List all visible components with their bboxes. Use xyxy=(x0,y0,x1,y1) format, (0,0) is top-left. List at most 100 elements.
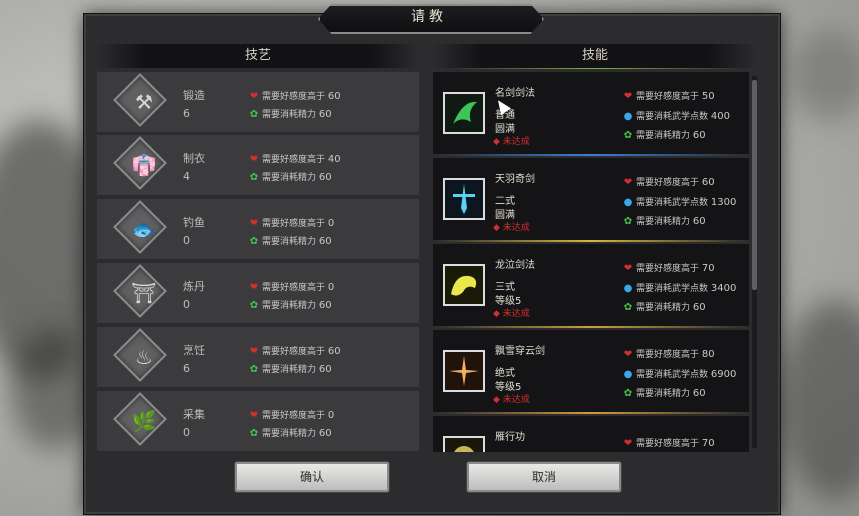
req-affection: ❤ 需要好感度高于 60 xyxy=(623,177,715,188)
skill-stance: 二式 xyxy=(495,196,515,207)
skills-header: 技能 xyxy=(433,44,757,68)
diamond-marker-icon: ◆ xyxy=(493,137,500,147)
req-affection: ❤ 需要好感度高于 70 xyxy=(623,263,715,274)
craft-level: 6 xyxy=(183,362,190,375)
skill-row[interactable]: 飘雪穿云剑 绝式 等级5 ◆ 未达成 ❤ 需要好感度高于 80 ● 需要消耗武学点数… xyxy=(433,330,749,414)
furnace-icon: ⛩ xyxy=(131,281,157,305)
craft-name: 制衣 xyxy=(183,152,205,165)
req-affection: ❤ 需要好感度高于 40 xyxy=(249,154,341,165)
craft-row-tailoring[interactable]: 👘 制衣 4 ❤ 需要好感度高于 40 ✿ 需要消耗精力 60 xyxy=(97,135,419,196)
req-affection: ❤ 需要好感度高于 0 xyxy=(249,218,335,229)
skill-stance: 绝式 xyxy=(495,368,515,379)
anvil-icon: ⚒ xyxy=(135,90,153,114)
req-affection: ❤ 需要好感度高于 60 xyxy=(249,346,341,357)
martial-point-icon: ● xyxy=(623,283,633,294)
req-affection: ❤ 需要好感度高于 50 xyxy=(623,91,715,102)
robe-icon: 👘 xyxy=(131,153,157,177)
craft-name: 钓鱼 xyxy=(183,216,205,229)
craft-level: 6 xyxy=(183,107,190,120)
skill-name: 雁行功 xyxy=(495,432,525,443)
skill-stance: 三式 xyxy=(495,282,515,293)
req-energy: ✿ 需要消耗精力 60 xyxy=(623,388,706,399)
craft-row-cooking[interactable]: ♨ 烹饪 6 ❤ 需要好感度高于 60 ✿ 需要消耗精力 60 xyxy=(97,327,419,388)
skill-status: ◆ 未达成 xyxy=(493,309,530,319)
craft-row-alchemy[interactable]: ⛩ 炼丹 0 ❤ 需要好感度高于 0 ✿ 需要消耗精力 60 xyxy=(97,263,419,324)
craft-name: 采集 xyxy=(183,408,205,421)
row-divider xyxy=(433,412,749,414)
cancel-button[interactable]: 取消 xyxy=(467,462,621,492)
req-affection: ❤ 需要好感度高于 60 xyxy=(249,91,341,102)
crafts-list: ⚒ 锻造 6 ❤ 需要好感度高于 60 ✿ 需要消耗精力 60 👘 制衣 4 ❤ 需要… xyxy=(97,72,419,452)
craft-level: 0 xyxy=(183,298,190,311)
skill-status: ◆ 未达成 xyxy=(493,223,530,233)
heart-icon: ❤ xyxy=(249,282,259,293)
craft-name: 炼丹 xyxy=(183,280,205,293)
req-energy: ✿ 需要消耗精力 60 xyxy=(249,428,332,439)
heart-icon: ❤ xyxy=(249,218,259,229)
skill-name: 龙泣剑法 xyxy=(495,260,535,271)
cooking-icon: ♨ xyxy=(135,345,153,369)
req-energy: ✿ 需要消耗精力 60 xyxy=(623,216,706,227)
heart-icon: ❤ xyxy=(249,410,259,421)
energy-icon: ✿ xyxy=(623,216,633,227)
skill-level: 等级5 xyxy=(495,382,522,393)
heart-icon: ❤ xyxy=(249,346,259,357)
row-divider xyxy=(433,240,749,242)
skill-status: ◆ 未达成 xyxy=(493,395,530,405)
row-divider xyxy=(433,154,749,156)
req-affection: ❤ 需要好感度高于 70 xyxy=(623,438,715,449)
heart-icon: ❤ xyxy=(623,91,633,102)
req-energy: ✿ 需要消耗精力 60 xyxy=(249,109,332,120)
energy-icon: ✿ xyxy=(249,300,259,311)
req-martial-points: ● 需要消耗武学点数 6900 xyxy=(623,369,737,380)
skill-row[interactable]: 天羽奇剑 二式 圆满 ◆ 未达成 ❤ 需要好感度高于 60 ● 需要消耗武学点数 1… xyxy=(433,158,749,242)
req-energy: ✿ 需要消耗精力 60 xyxy=(249,300,332,311)
heart-icon: ❤ xyxy=(249,154,259,165)
heart-icon: ❤ xyxy=(249,91,259,102)
skill-glow xyxy=(454,446,474,452)
sword-burst-glyph xyxy=(449,356,479,386)
energy-icon: ✿ xyxy=(249,428,259,439)
craft-level: 4 xyxy=(183,170,190,183)
skills-scroll-thumb[interactable] xyxy=(752,80,757,290)
craft-level: 0 xyxy=(183,426,190,439)
skill-row[interactable]: 龙泣剑法 三式 等级5 ◆ 未达成 ❤ 需要好感度高于 70 ● 需要消耗武学点数 … xyxy=(433,244,749,328)
energy-icon: ✿ xyxy=(249,109,259,120)
req-energy: ✿ 需要消耗精力 60 xyxy=(249,236,332,247)
dragon-skill-icon xyxy=(443,264,485,306)
craft-row-fishing[interactable]: 🐟 钓鱼 0 ❤ 需要好感度高于 0 ✿ 需要消耗精力 60 xyxy=(97,199,419,260)
req-martial-points: ● 需要消耗武学点数 400 xyxy=(623,111,730,122)
energy-icon: ✿ xyxy=(623,302,633,313)
martial-point-icon: ● xyxy=(623,197,633,208)
dragon-glyph xyxy=(451,275,477,296)
skill-level: 圆满 xyxy=(495,124,515,135)
heart-icon: ❤ xyxy=(623,177,633,188)
req-affection: ❤ 需要好感度高于 0 xyxy=(249,410,335,421)
confirm-button[interactable]: 确认 xyxy=(235,462,389,492)
craft-row-gathering[interactable]: 🌿 采集 0 ❤ 需要好感度高于 0 ✿ 需要消耗精力 60 xyxy=(97,391,419,452)
craft-row-forging[interactable]: ⚒ 锻造 6 ❤ 需要好感度高于 60 ✿ 需要消耗精力 60 xyxy=(97,72,419,133)
skill-level: 等级5 xyxy=(495,296,522,307)
herb-icon: 🌿 xyxy=(131,409,157,433)
fish-icon: 🐟 xyxy=(131,217,157,241)
craft-name: 烹饪 xyxy=(183,344,205,357)
req-energy: ✿ 需要消耗精力 60 xyxy=(249,364,332,375)
diamond-marker-icon: ◆ xyxy=(493,395,500,405)
craft-level: 0 xyxy=(183,234,190,247)
skill-row[interactable]: 名剑剑法 普通 圆满 ◆ 未达成 ❤ 需要好感度高于 50 ● 需要消耗武学点数 4… xyxy=(433,72,749,156)
req-martial-points: ● 需要消耗武学点数 1300 xyxy=(623,197,737,208)
dialog-title: 请教 xyxy=(411,9,447,25)
req-martial-points: ● 需要消耗武学点数 3400 xyxy=(623,283,737,294)
req-energy: ✿ 需要消耗精力 60 xyxy=(623,130,706,141)
goose-skill-icon xyxy=(443,436,485,452)
sword-skill-icon xyxy=(443,92,485,134)
sword-glyph xyxy=(453,184,475,214)
energy-icon: ✿ xyxy=(249,172,259,183)
martial-point-icon: ● xyxy=(623,111,633,122)
req-affection: ❤ 需要好感度高于 80 xyxy=(623,349,715,360)
energy-icon: ✿ xyxy=(249,236,259,247)
energy-icon: ✿ xyxy=(623,130,633,141)
skills-list: 名剑剑法 普通 圆满 ◆ 未达成 ❤ 需要好感度高于 50 ● 需要消耗武学点数 4… xyxy=(433,72,751,452)
skill-row[interactable]: 雁行功 ❤ 需要好感度高于 70 xyxy=(433,416,749,452)
diamond-marker-icon: ◆ xyxy=(493,309,500,319)
